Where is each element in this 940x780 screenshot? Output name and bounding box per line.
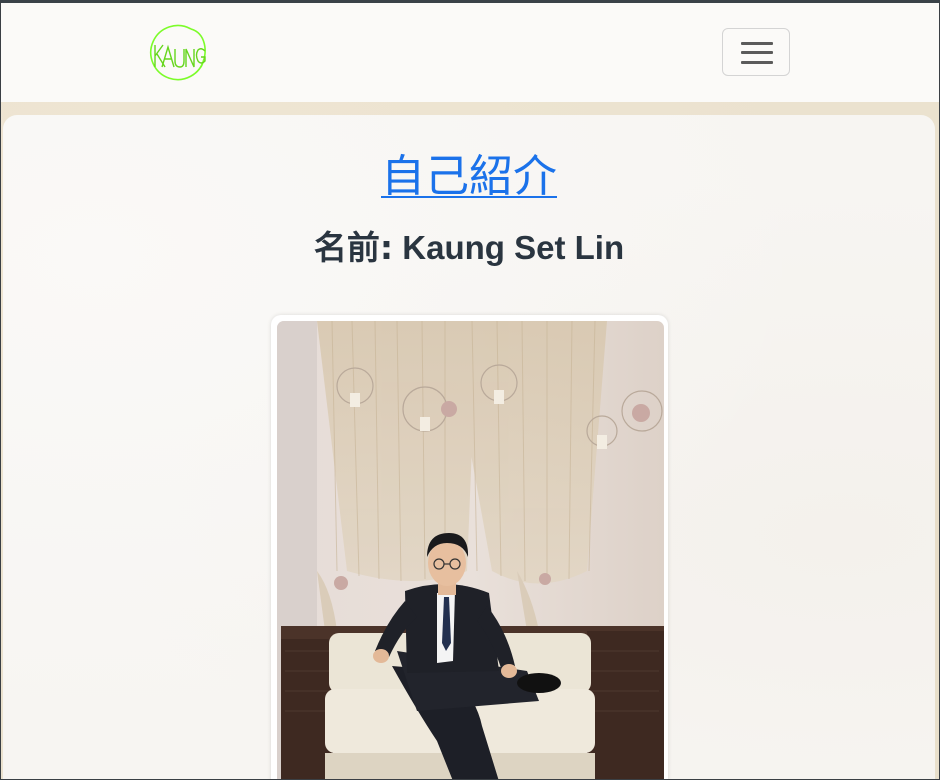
menu-toggle-button[interactable]: [722, 28, 790, 76]
navbar: [1, 3, 939, 102]
name-line: 名前: Kaung Set Lin: [3, 227, 935, 269]
profile-card: 自己紹介 名前: Kaung Set Lin: [3, 115, 935, 779]
browser-viewport: 自己紹介 名前: Kaung Set Lin: [0, 0, 940, 780]
logo-icon: [150, 24, 206, 81]
profile-photo-frame: [271, 315, 668, 779]
name-value: Kaung Set Lin: [402, 229, 625, 266]
name-label: 名前:: [313, 228, 394, 267]
page-title-link[interactable]: 自己紹介: [3, 151, 935, 203]
logo-link[interactable]: [147, 23, 211, 83]
profile-photo: [277, 321, 664, 779]
